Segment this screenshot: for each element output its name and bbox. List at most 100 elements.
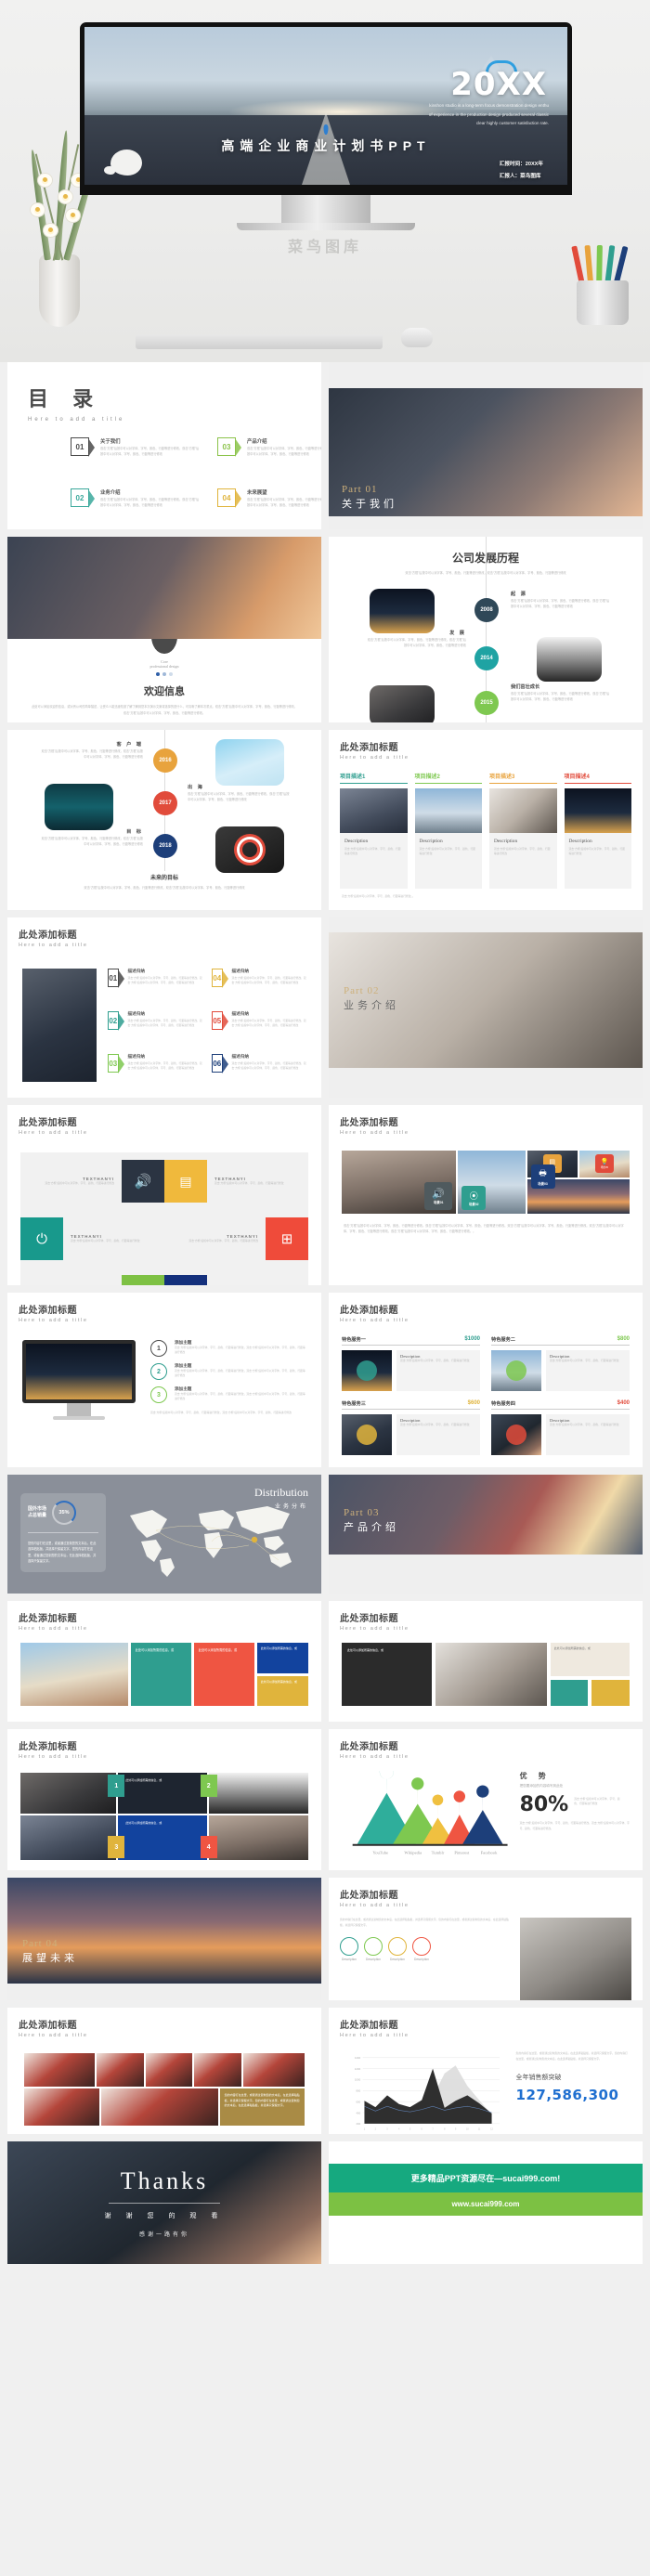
slide-title: 此处添加标题 xyxy=(19,2021,77,2031)
circle-icon xyxy=(412,1937,431,1957)
item-desc: 双击“方框”后按中可以对字体、字号、颜色、行距等进行修改，双击“方框”后按中可以… xyxy=(175,1369,306,1378)
toc-item-02[interactable]: 02 业务介绍 双击“方框”后按中可以对字体、字号、颜色、行距等进行修改，双击“… xyxy=(71,488,201,509)
item-label: 描述归纳 xyxy=(127,969,145,973)
scene-image-05[interactable]: 💡 场景05 xyxy=(578,1151,630,1177)
item-desc: 双击“方框”后按中可以对字体、字号、颜色、行距等进行修改，双击“方框”后按中可以… xyxy=(231,1019,306,1028)
scene-badge-05: 💡 场景05 xyxy=(594,1154,614,1174)
svg-text:6: 6 xyxy=(422,2128,423,2131)
pricing-card-2[interactable]: 特色服务二 $800 Description 双击“方框”后按中可以对字体、字号… xyxy=(491,1336,630,1391)
item-label: 描述归纳 xyxy=(127,1011,145,1016)
svg-text:7: 7 xyxy=(432,2128,434,2131)
hero-banner: 20XX kinshon studio is a long-term focus… xyxy=(0,0,650,362)
item-label: 描述归纳 xyxy=(231,969,249,973)
pricing-card-1[interactable]: 特色服务一 $1000 Description 双击“方框”后按中可以对字体、字… xyxy=(342,1336,480,1391)
slide-row: 目 录 Here to add a title 01 关于我们 双击“方框”后按… xyxy=(7,362,643,529)
item-desc: 双击“方框”后按中可以对字体、字号、颜色、行距等进行修改，双击“方框”后按中可以… xyxy=(127,1061,202,1071)
timeline-entry-2008: 起 源 双击“方框”后按中可以对字体、字号、颜色、行距等进行修改，双击“方框”后… xyxy=(511,591,611,609)
circle-icon xyxy=(340,1937,358,1957)
slide-part-02: Part 02 业务介绍 xyxy=(329,917,643,1098)
slide-row: Core professional design 欢迎信息 此处可以添加欢迎的信… xyxy=(7,537,643,722)
laptop-badge-1[interactable]: Description xyxy=(340,1937,358,1961)
monitor-icon: ▤ xyxy=(164,1160,207,1203)
icon-cell-3[interactable]: ⏻ TEXTHANYI 双击“方框”后按中可以对字体、字号、颜色、行距等进行修改 xyxy=(20,1210,164,1268)
project-card[interactable]: 项目描述1 Description 双击“方框”后按中可以对字体、字号、颜色、行… xyxy=(340,772,408,889)
project-image xyxy=(340,788,408,833)
sales-label: 全年销售额突破 xyxy=(515,2074,562,2082)
timeline-desc: 双击“方框”后按中可以对字体、字号、颜色、行距等进行修改，双击“方框”后按中可以… xyxy=(41,837,143,846)
dots-indicator[interactable] xyxy=(7,672,321,676)
toc-item-04[interactable]: 04 未来展望 双击“方框”后按中可以对字体、字号、颜色、行距等进行修改，双击“… xyxy=(217,488,321,509)
monitor-graphic xyxy=(22,1340,136,1420)
part-01-caption: Part 01 关于我们 xyxy=(342,484,397,511)
monitor-footer: 双击“方框”后按中可以对字体、字号、颜色、行距等进行修改，双击“方框”后按中可以… xyxy=(150,1411,292,1414)
pricing-card-3[interactable]: 特色服务三 $600 Description 双击“方框”后按中可以对字体、字号… xyxy=(342,1400,480,1455)
toc-title: 目 录 xyxy=(28,387,103,410)
flower-icon xyxy=(37,173,53,188)
six-item-06[interactable]: 06 描述归纳 双击“方框”后按中可以对字体、字号、颜色、行距等进行修改，双击“… xyxy=(212,1054,306,1082)
project-card[interactable]: 项目描述4 Description 双击“方框”后按中可以对字体、字号、颜色、行… xyxy=(564,772,631,889)
badge-label: Description xyxy=(414,1958,429,1962)
project-image xyxy=(414,788,482,833)
photo-text-2: 此处可以添加所需的信息，或 xyxy=(118,1815,207,1860)
welcome-title: 欢迎信息 xyxy=(144,686,185,697)
slide-header: 此处添加标题 Here to add a title xyxy=(329,1293,643,1323)
six-item-01[interactable]: 01 描述归纳 双击“方框”后按中可以对字体、字号、颜色、行距等进行修改，双击“… xyxy=(108,969,202,996)
project-card[interactable]: 项目描述2 Description 双击“方框”后按中可以对字体、字号、颜色、行… xyxy=(414,772,482,889)
monitor-item-2[interactable]: 2 添加主题 双击“方框”后按中可以对字体、字号、颜色、行距等进行修改，双击“方框… xyxy=(150,1363,306,1380)
slide-part-04: Part 04 展望未来 xyxy=(7,1878,321,2000)
scene-image-03[interactable]: 🖶 场景03 xyxy=(526,1164,630,1214)
timeline-footer: 未来的目标 双击“方框”后按中可以对字体、字号、颜色、行距等进行修改，双击“方框… xyxy=(7,873,321,891)
timeline-label: 我们茁壮成长 xyxy=(511,684,540,690)
scene-image-02[interactable]: ⦿ 场景02 xyxy=(458,1151,526,1214)
svg-text:11: 11 xyxy=(478,2128,481,2131)
laptop-badge-3[interactable]: Description xyxy=(388,1937,407,1961)
svg-text:9: 9 xyxy=(455,2128,457,2131)
toc-item-01[interactable]: 01 关于我们 双击“方框”后按中可以对字体、字号、颜色、行距等进行修改，双击“… xyxy=(71,437,201,457)
pricing-label: 特色服务四 xyxy=(491,1401,515,1407)
icon-cell-6[interactable]: 🎙 TEXTHANYI双击“方框”后按中可以对字体、字号、颜色、行距等进行修改 xyxy=(164,1268,308,1285)
icon-cell-2[interactable]: ▤ TEXTHANYI 双击“方框”后按中可以对字体、字号、颜色、行距等进行修改 xyxy=(164,1152,308,1210)
pricing-price: $1000 xyxy=(464,1336,480,1342)
six-item-05[interactable]: 05 描述归纳 双击“方框”后按中可以对字体、字号、颜色、行距等进行修改，双击“… xyxy=(212,1011,306,1039)
project-card[interactable]: 项目描述3 Description 双击“方框”后按中可以对字体、字号、颜色、行… xyxy=(489,772,557,889)
timeline-entry-2016: 客 户 端 双击“方框”后按中可以对字体、字号、颜色、行距等进行修改，双击“方框… xyxy=(41,741,143,760)
part-label: 业务介绍 xyxy=(344,1000,399,1011)
advantage-body: 双击“方框”后按中可以对字体、字号、颜色、行距等进行修改。双击“方框”后按中可以… xyxy=(519,1821,630,1830)
pricing-card-4[interactable]: 特色服务四 $400 Description 双击“方框”后按中可以对字体、字号… xyxy=(491,1400,630,1455)
promo-banner[interactable]: 更多精品PPT资源尽在—sucai999.com! www.sucai999.c… xyxy=(329,2141,643,2216)
six-item-03[interactable]: 03 描述归纳 双击“方框”后按中可以对字体、字号、颜色、行距等进行修改，双击“… xyxy=(108,1054,202,1082)
toc-item-03[interactable]: 03 产品介绍 双击“方框”后按中可以对字体、字号、颜色、行距等进行修改，双击“… xyxy=(217,437,321,457)
icon-cell-4[interactable]: TEXTHANYI 双击“方框”后按中可以对字体、字号、颜色、行距等进行修改 ⊞ xyxy=(164,1210,308,1268)
monitor-item-1[interactable]: 1 添加主题 双击“方框”后按中可以对字体、字号、颜色、行距等进行修改，双击“方框… xyxy=(150,1340,306,1357)
promo-line-1: 更多精品PPT资源尽在—sucai999.com! xyxy=(329,2164,643,2192)
timeline-image-2017 xyxy=(45,784,113,830)
icon-cell-1[interactable]: TEXTHANYI 双击“方框”后按中可以对字体、字号、颜色、行距等进行修改 🔊 xyxy=(20,1152,164,1210)
scene-image-01[interactable]: 🔊 场景01 xyxy=(342,1151,457,1214)
part-number: Part 04 xyxy=(22,1938,58,1949)
toc-desc: 双击“方框”后按中可以对字体、字号、颜色、行距等进行修改，双击“方框”后按中可以… xyxy=(100,498,200,507)
cover-english-text: kinshon studio is a long-term focus demo… xyxy=(296,101,549,128)
laptop-badge-2[interactable]: Description xyxy=(364,1937,383,1961)
scene-badge-02: ⦿ 场景02 xyxy=(462,1186,487,1210)
monitor-item-3[interactable]: 3 添加主题 双击“方框”后按中可以对字体、字号、颜色、行距等进行修改，双击“方框… xyxy=(150,1386,306,1403)
timeline-footer-body: 双击“方框”后按中可以对字体、字号、颜色、行距等进行修改，双击“方框”后按中可以… xyxy=(84,886,245,890)
printer-icon: 🖶 xyxy=(539,1168,547,1178)
item-desc: 双击“方框”后按中可以对字体、字号、颜色、行距等进行修改，双击“方框”后按中可以… xyxy=(175,1392,306,1401)
welcome-body: 此处可以添加欢迎的信息，或对贵公司的简单描述，让受众人能迅速知道了解了解到您本次… xyxy=(32,705,297,715)
part-number: Part 02 xyxy=(344,985,380,996)
six-item-04[interactable]: 04 描述归纳 双击“方框”后按中可以对字体、字号、颜色、行距等进行修改，双击“… xyxy=(212,969,306,996)
laptop-badge-4[interactable]: Description xyxy=(412,1937,431,1961)
slide-monitor-list: 此处添加标题 Here to add a title 1 添加主题 双击“方框”… xyxy=(7,1293,321,1467)
thanks-title: Thanks xyxy=(120,2167,209,2194)
project-desc-title: Description xyxy=(344,839,369,844)
six-item-02[interactable]: 02 描述归纳 双击“方框”后按中可以对字体、字号、颜色、行距等进行修改，双击“… xyxy=(108,1011,202,1039)
advantage-title: 优 势 xyxy=(519,1772,551,1780)
icon-cell-5[interactable]: TEXTHANYI双击“方框”后按中可以对字体、字号、颜色、行距等进行修改 ◎ xyxy=(20,1268,164,1285)
brand-watermark: 菜鸟图库 xyxy=(287,240,362,255)
dark-card-image xyxy=(436,1643,547,1706)
circle-badge xyxy=(506,1425,526,1445)
photo-text-1: 此处可以添加所需的信息，或 xyxy=(118,1773,207,1814)
timeline-image-2018 xyxy=(215,826,284,873)
slide-row: 此处添加标题 Here to add a title TEXTHANYI 双击“方… xyxy=(7,1105,643,1285)
photo-4: 4 xyxy=(200,1815,308,1860)
